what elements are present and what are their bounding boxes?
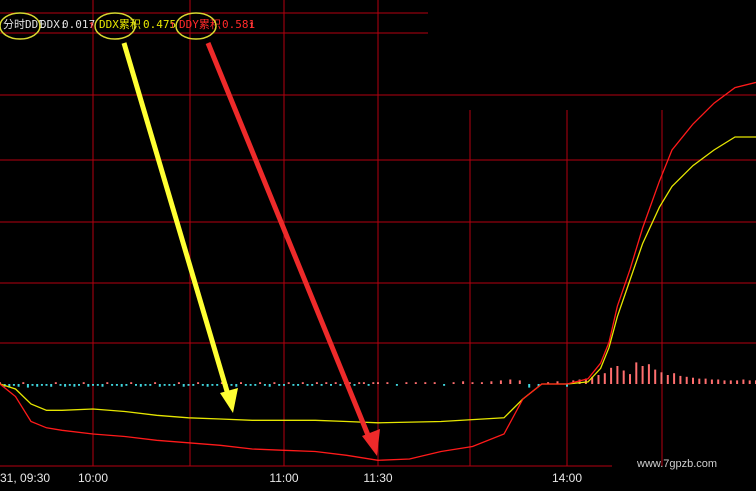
- x-tick-label: 31, 09:30: [0, 471, 50, 485]
- x-tick-label: 10:00: [78, 471, 108, 485]
- x-tick-label: 11:00: [269, 471, 298, 485]
- x-tick-label: 11:30: [363, 471, 392, 485]
- ddx-arrow: ↑: [88, 18, 95, 31]
- watermark: www.7gpzb.com: [636, 458, 717, 470]
- x-tick-label: 14:00: [552, 471, 582, 485]
- ddy-cum-arrow: ↑: [248, 18, 255, 31]
- ddx-cum-arrow: ↑: [169, 18, 176, 31]
- chart-canvas: 分时DDE DDX: 0.017 ↑ DDX累积 0.475 ↑ DDY累积 0…: [0, 0, 756, 487]
- ddx-ddy-intraday-chart: 分时DDE DDX: 0.017 ↑ DDX累积 0.475 ↑ DDY累积 0…: [0, 0, 756, 487]
